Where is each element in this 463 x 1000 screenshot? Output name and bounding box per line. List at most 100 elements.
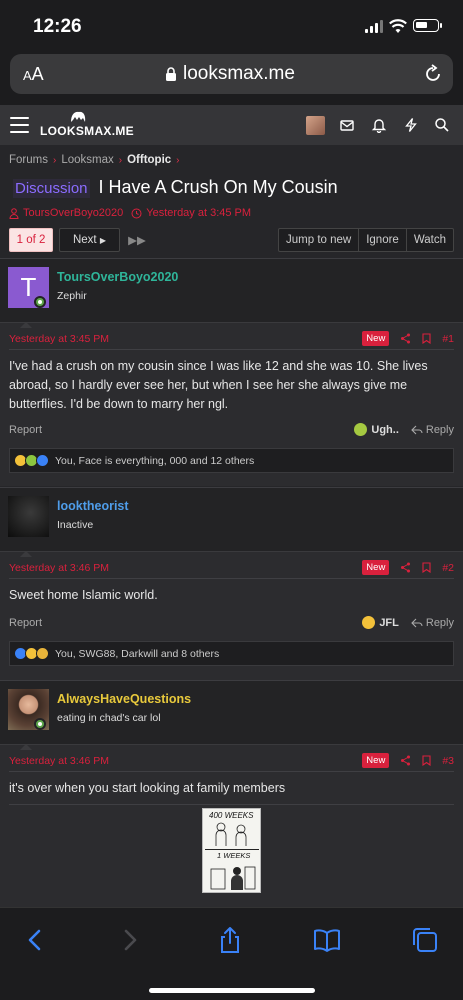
post-message: it's over when you start looking at fami…	[9, 781, 286, 795]
thread-page: Forums › Looksmax › Offtopic › Discussion I H…	[0, 145, 463, 907]
ignore-button[interactable]: Ignore	[359, 228, 407, 252]
avatar[interactable]	[8, 496, 49, 537]
post-time[interactable]: Yesterday at 3:46 PM	[9, 755, 109, 767]
user-icon	[9, 207, 19, 219]
status-time: 12:26	[33, 16, 82, 37]
user-title: eating in chad's car lol	[57, 712, 161, 724]
post-username[interactable]: looktheorist	[57, 499, 129, 513]
post-user-bar: looktheorist Inactive	[0, 488, 463, 557]
last-page-icon[interactable]: ▶▶	[126, 228, 148, 252]
browser-chrome: AA looksmax.me	[0, 48, 463, 105]
share-icon[interactable]	[216, 926, 244, 954]
breadcrumb: Forums › Looksmax › Offtopic ›	[9, 154, 180, 166]
post-username[interactable]: ToursOverBoyo2020	[57, 270, 178, 284]
search-icon[interactable]	[434, 117, 450, 133]
meme-drawing-icon	[210, 866, 256, 890]
post-1: T ToursOverBoyo2020 Zephir Yesterday at …	[0, 258, 463, 486]
site-logo[interactable]: LOOKSMAX.ME	[40, 111, 134, 141]
bookmark-icon[interactable]	[422, 755, 431, 766]
post-user-bar: T ToursOverBoyo2020 Zephir	[0, 259, 463, 328]
report-link[interactable]: Report	[9, 617, 42, 629]
breadcrumb-offtopic[interactable]: Offtopic	[127, 154, 171, 166]
back-icon[interactable]	[22, 926, 50, 954]
new-badge: New	[362, 560, 390, 575]
post-username[interactable]: AlwaysHaveQuestions	[57, 692, 191, 706]
reaction-users[interactable]: You, SWG88, Darkwill and 8 others	[55, 648, 219, 660]
browser-toolbar	[0, 907, 463, 1000]
page-selector[interactable]: 1 of 2	[9, 228, 53, 252]
bookmark-icon[interactable]	[422, 562, 431, 573]
tabs-icon[interactable]	[411, 926, 439, 954]
reply-icon	[411, 618, 423, 627]
reaction-emojis-icon	[14, 647, 49, 660]
text-size-button[interactable]: AA	[23, 64, 44, 85]
reply-button[interactable]: Reply	[411, 424, 454, 436]
bolt-icon[interactable]	[403, 117, 419, 133]
reaction-list[interactable]: You, Face is everything, 000 and 12 othe…	[9, 448, 454, 473]
address-bar[interactable]: AA looksmax.me	[10, 54, 453, 94]
thread-author[interactable]: ToursOverBoyo2020	[23, 207, 123, 219]
thread-title-row: Discussion I Have A Crush On My Cousin	[13, 177, 338, 198]
report-link[interactable]: Report	[9, 424, 42, 436]
online-indicator-icon	[34, 718, 46, 730]
thread-actions: Jump to new Ignore Watch	[278, 228, 454, 252]
menu-icon[interactable]	[10, 117, 29, 133]
site-header: LOOKSMAX.ME	[0, 105, 463, 145]
status-bar: 12:26	[0, 0, 463, 48]
thread-time[interactable]: Yesterday at 3:45 PM	[146, 207, 251, 219]
user-title: Inactive	[57, 519, 94, 531]
reaction-button[interactable]: JFL	[362, 616, 399, 629]
post-tools: New #1	[362, 331, 454, 346]
online-indicator-icon	[34, 296, 46, 308]
share-icon[interactable]	[400, 333, 411, 344]
reaction-list[interactable]: You, SWG88, Darkwill and 8 others	[9, 641, 454, 666]
reload-icon[interactable]	[423, 64, 443, 84]
post-tools: New #3	[362, 753, 454, 768]
hair-logo-icon	[71, 111, 86, 122]
bookmarks-icon[interactable]	[313, 926, 341, 954]
reaction-button[interactable]: Ugh..	[354, 423, 399, 436]
post-message: Sweet home Islamic world.	[9, 588, 158, 602]
reply-icon	[411, 425, 423, 434]
post-reactions-actions: Ugh.. Reply	[354, 423, 454, 436]
post-number[interactable]: #1	[442, 333, 454, 345]
page-title: I Have A Crush On My Cousin	[98, 177, 338, 197]
reaction-emojis-icon	[14, 454, 49, 467]
user-avatar[interactable]	[306, 116, 325, 135]
post-message: I've had a crush on my cousin since I wa…	[9, 359, 428, 411]
new-badge: New	[362, 331, 390, 346]
post-2: looktheorist Inactive Yesterday at 3:46 …	[0, 487, 463, 680]
inbox-icon[interactable]	[339, 117, 355, 133]
thread-prefix[interactable]: Discussion	[13, 179, 90, 198]
pagination: 1 of 2 Next ▶ ▶▶	[9, 228, 148, 252]
jump-to-new-button[interactable]: Jump to new	[278, 228, 360, 252]
meme-bottom-text: 1 WEEKS	[217, 851, 251, 860]
breadcrumb-looksmax[interactable]: Looksmax	[61, 154, 113, 166]
bell-icon[interactable]	[371, 117, 387, 133]
post-time[interactable]: Yesterday at 3:46 PM	[9, 562, 109, 574]
clock-icon	[131, 208, 142, 218]
share-icon[interactable]	[400, 755, 411, 766]
meme-image[interactable]: 400 WEEKS 1 WEEKS	[202, 808, 261, 893]
lock-icon	[166, 67, 176, 81]
url-text[interactable]: looksmax.me	[183, 63, 295, 85]
share-icon[interactable]	[400, 562, 411, 573]
thread-meta: ToursOverBoyo2020 Yesterday at 3:45 PM	[9, 207, 251, 219]
next-page-button[interactable]: Next ▶	[59, 228, 120, 252]
jfl-emoji-icon	[362, 616, 376, 629]
post-number[interactable]: #3	[442, 755, 454, 767]
post-number[interactable]: #2	[442, 562, 454, 574]
watch-button[interactable]: Watch	[406, 228, 454, 252]
post-tools: New #2	[362, 560, 454, 575]
post-user-bar: AlwaysHaveQuestions eating in chad's car…	[0, 681, 463, 750]
battery-icon	[413, 19, 442, 32]
post-time[interactable]: Yesterday at 3:45 PM	[9, 333, 109, 345]
user-title: Zephir	[57, 290, 87, 302]
reaction-users[interactable]: You, Face is everything, 000 and 12 othe…	[55, 455, 254, 467]
bookmark-icon[interactable]	[422, 333, 431, 344]
forward-icon[interactable]	[115, 926, 143, 954]
reply-button[interactable]: Reply	[411, 617, 454, 629]
breadcrumb-forums[interactable]: Forums	[9, 154, 48, 166]
meme-drawing-icon	[215, 822, 247, 846]
signal-icon	[365, 20, 383, 33]
